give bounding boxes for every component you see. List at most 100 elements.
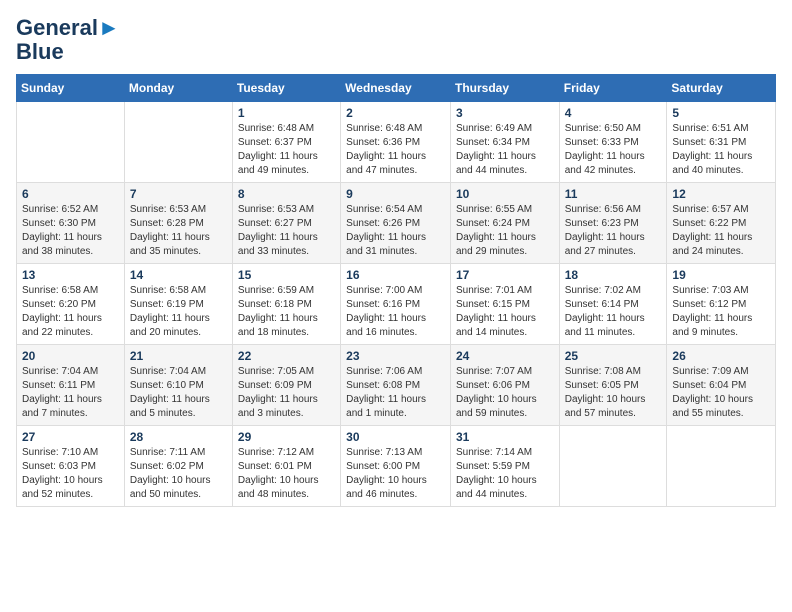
day-number: 31 <box>456 430 554 444</box>
day-info: Sunrise: 7:02 AM Sunset: 6:14 PM Dayligh… <box>565 284 662 340</box>
calendar-day-cell: 21Sunrise: 7:04 AM Sunset: 6:10 PM Dayli… <box>124 345 232 426</box>
day-info: Sunrise: 7:04 AM Sunset: 6:11 PM Dayligh… <box>22 365 119 421</box>
calendar-week-row: 27 Sunrise: 7:10 AM Sunset: 6:03 PM Dayli… <box>17 426 776 507</box>
day-number: 2 <box>346 106 445 120</box>
page-header: General►Blue <box>16 16 776 64</box>
day-info: Sunrise: 7:12 AM Sunset: 6:01 PM Dayligh… <box>238 446 335 502</box>
calendar-day-cell: 8Sunrise: 6:53 AM Sunset: 6:27 PM Daylig… <box>232 183 340 264</box>
calendar-day-cell: 15 Sunrise: 6:59 AM Sunset: 6:18 PM Dayli… <box>232 264 340 345</box>
day-info: Sunrise: 6:58 AM Sunset: 6:20 PM Dayligh… <box>22 284 119 340</box>
day-info: Sunrise: 6:57 AM Sunset: 6:22 PM Dayligh… <box>672 203 770 259</box>
day-info: Sunrise: 7:04 AM Sunset: 6:10 PM Dayligh… <box>130 365 227 421</box>
day-info: Sunrise: 6:56 AM Sunset: 6:23 PM Dayligh… <box>565 203 662 259</box>
day-of-week-header: Saturday <box>667 75 776 102</box>
day-info: Sunrise: 7:10 AM Sunset: 6:03 PM Dayligh… <box>22 446 119 502</box>
day-number: 5 <box>672 106 770 120</box>
day-number: 18 <box>565 268 662 282</box>
day-of-week-header: Sunday <box>17 75 125 102</box>
day-number: 28 <box>130 430 227 444</box>
calendar-day-cell: 17 Sunrise: 7:01 AM Sunset: 6:15 PM Dayli… <box>450 264 559 345</box>
day-info: Sunrise: 7:11 AM Sunset: 6:02 PM Dayligh… <box>130 446 227 502</box>
calendar-day-cell <box>17 102 125 183</box>
day-number: 22 <box>238 349 335 363</box>
day-info: Sunrise: 7:01 AM Sunset: 6:15 PM Dayligh… <box>456 284 554 340</box>
day-number: 1 <box>238 106 335 120</box>
calendar-week-row: 13 Sunrise: 6:58 AM Sunset: 6:20 PM Dayli… <box>17 264 776 345</box>
day-number: 17 <box>456 268 554 282</box>
calendar-week-row: 20 Sunrise: 7:04 AM Sunset: 6:11 PM Dayli… <box>17 345 776 426</box>
logo: General►Blue <box>16 16 120 64</box>
day-number: 12 <box>672 187 770 201</box>
calendar-header-row: SundayMondayTuesdayWednesdayThursdayFrid… <box>17 75 776 102</box>
day-number: 13 <box>22 268 119 282</box>
calendar-day-cell: 25 Sunrise: 7:08 AM Sunset: 6:05 PM Dayli… <box>559 345 667 426</box>
calendar-day-cell: 19Sunrise: 7:03 AM Sunset: 6:12 PM Dayli… <box>667 264 776 345</box>
calendar-day-cell: 28 Sunrise: 7:11 AM Sunset: 6:02 PM Dayli… <box>124 426 232 507</box>
calendar-day-cell: 14 Sunrise: 6:58 AM Sunset: 6:19 PM Dayli… <box>124 264 232 345</box>
day-number: 11 <box>565 187 662 201</box>
day-number: 23 <box>346 349 445 363</box>
day-number: 27 <box>22 430 119 444</box>
calendar-day-cell: 10 Sunrise: 6:55 AM Sunset: 6:24 PM Dayli… <box>450 183 559 264</box>
calendar-day-cell: 5 Sunrise: 6:51 AM Sunset: 6:31 PM Daylig… <box>667 102 776 183</box>
day-info: Sunrise: 7:09 AM Sunset: 6:04 PM Dayligh… <box>672 365 770 421</box>
calendar-day-cell: 4 Sunrise: 6:50 AM Sunset: 6:33 PM Daylig… <box>559 102 667 183</box>
day-info: Sunrise: 6:59 AM Sunset: 6:18 PM Dayligh… <box>238 284 335 340</box>
calendar-week-row: 6Sunrise: 6:52 AM Sunset: 6:30 PM Daylig… <box>17 183 776 264</box>
logo-text: General►Blue <box>16 16 120 64</box>
day-number: 20 <box>22 349 119 363</box>
day-info: Sunrise: 6:48 AM Sunset: 6:36 PM Dayligh… <box>346 122 445 178</box>
day-info: Sunrise: 6:50 AM Sunset: 6:33 PM Dayligh… <box>565 122 662 178</box>
calendar-table: SundayMondayTuesdayWednesdayThursdayFrid… <box>16 74 776 507</box>
day-of-week-header: Friday <box>559 75 667 102</box>
calendar-week-row: 1 Sunrise: 6:48 AM Sunset: 6:37 PM Daylig… <box>17 102 776 183</box>
day-of-week-header: Wednesday <box>341 75 451 102</box>
calendar-day-cell: 30 Sunrise: 7:13 AM Sunset: 6:00 PM Dayli… <box>341 426 451 507</box>
calendar-day-cell: 1 Sunrise: 6:48 AM Sunset: 6:37 PM Daylig… <box>232 102 340 183</box>
day-number: 10 <box>456 187 554 201</box>
calendar-day-cell: 7Sunrise: 6:53 AM Sunset: 6:28 PM Daylig… <box>124 183 232 264</box>
day-of-week-header: Tuesday <box>232 75 340 102</box>
day-info: Sunrise: 6:58 AM Sunset: 6:19 PM Dayligh… <box>130 284 227 340</box>
day-number: 16 <box>346 268 445 282</box>
day-number: 30 <box>346 430 445 444</box>
day-of-week-header: Thursday <box>450 75 559 102</box>
day-info: Sunrise: 7:08 AM Sunset: 6:05 PM Dayligh… <box>565 365 662 421</box>
calendar-day-cell: 12 Sunrise: 6:57 AM Sunset: 6:22 PM Dayli… <box>667 183 776 264</box>
day-info: Sunrise: 7:13 AM Sunset: 6:00 PM Dayligh… <box>346 446 445 502</box>
day-info: Sunrise: 6:53 AM Sunset: 6:27 PM Dayligh… <box>238 203 335 259</box>
calendar-day-cell: 11 Sunrise: 6:56 AM Sunset: 6:23 PM Dayli… <box>559 183 667 264</box>
calendar-day-cell <box>559 426 667 507</box>
day-number: 24 <box>456 349 554 363</box>
calendar-day-cell: 13 Sunrise: 6:58 AM Sunset: 6:20 PM Dayli… <box>17 264 125 345</box>
calendar-day-cell: 3Sunrise: 6:49 AM Sunset: 6:34 PM Daylig… <box>450 102 559 183</box>
day-number: 25 <box>565 349 662 363</box>
calendar-day-cell: 29 Sunrise: 7:12 AM Sunset: 6:01 PM Dayli… <box>232 426 340 507</box>
day-number: 29 <box>238 430 335 444</box>
day-number: 15 <box>238 268 335 282</box>
day-info: Sunrise: 7:06 AM Sunset: 6:08 PM Dayligh… <box>346 365 445 421</box>
calendar-day-cell: 20 Sunrise: 7:04 AM Sunset: 6:11 PM Dayli… <box>17 345 125 426</box>
calendar-day-cell: 23 Sunrise: 7:06 AM Sunset: 6:08 PM Dayli… <box>341 345 451 426</box>
calendar-day-cell: 2 Sunrise: 6:48 AM Sunset: 6:36 PM Daylig… <box>341 102 451 183</box>
day-number: 9 <box>346 187 445 201</box>
calendar-day-cell <box>667 426 776 507</box>
calendar-day-cell: 22 Sunrise: 7:05 AM Sunset: 6:09 PM Dayli… <box>232 345 340 426</box>
day-info: Sunrise: 7:14 AM Sunset: 5:59 PM Dayligh… <box>456 446 554 502</box>
calendar-day-cell: 18 Sunrise: 7:02 AM Sunset: 6:14 PM Dayli… <box>559 264 667 345</box>
day-info: Sunrise: 7:07 AM Sunset: 6:06 PM Dayligh… <box>456 365 554 421</box>
calendar-day-cell <box>124 102 232 183</box>
calendar-day-cell: 24 Sunrise: 7:07 AM Sunset: 6:06 PM Dayli… <box>450 345 559 426</box>
day-info: Sunrise: 6:55 AM Sunset: 6:24 PM Dayligh… <box>456 203 554 259</box>
day-number: 14 <box>130 268 227 282</box>
day-info: Sunrise: 6:51 AM Sunset: 6:31 PM Dayligh… <box>672 122 770 178</box>
calendar-day-cell: 31 Sunrise: 7:14 AM Sunset: 5:59 PM Dayli… <box>450 426 559 507</box>
day-number: 4 <box>565 106 662 120</box>
day-info: Sunrise: 6:48 AM Sunset: 6:37 PM Dayligh… <box>238 122 335 178</box>
day-info: Sunrise: 7:05 AM Sunset: 6:09 PM Dayligh… <box>238 365 335 421</box>
day-number: 7 <box>130 187 227 201</box>
calendar-day-cell: 26Sunrise: 7:09 AM Sunset: 6:04 PM Dayli… <box>667 345 776 426</box>
day-info: Sunrise: 6:54 AM Sunset: 6:26 PM Dayligh… <box>346 203 445 259</box>
day-of-week-header: Monday <box>124 75 232 102</box>
day-info: Sunrise: 7:00 AM Sunset: 6:16 PM Dayligh… <box>346 284 445 340</box>
